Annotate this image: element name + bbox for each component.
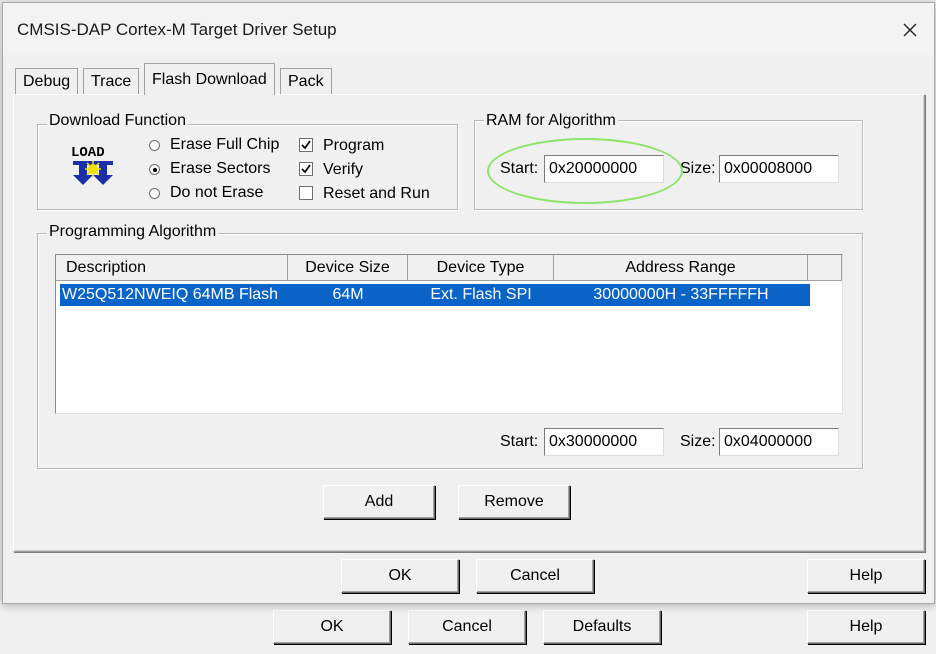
algo-start-input[interactable]: 0x30000000 bbox=[544, 428, 664, 456]
parent-ok-button[interactable]: OK bbox=[273, 610, 391, 644]
reset-and-run-checkbox[interactable] bbox=[299, 186, 313, 200]
target-driver-setup-dialog: CMSIS-DAP Cortex-M Target Driver Setup D… bbox=[2, 2, 935, 604]
erase-full-chip-label[interactable]: Erase Full Chip bbox=[170, 136, 279, 154]
column-header-address-range[interactable]: Address Range bbox=[554, 255, 808, 281]
remove-button[interactable]: Remove bbox=[458, 485, 570, 519]
tab-pack[interactable]: Pack bbox=[280, 68, 332, 94]
tab-flash-download[interactable]: Flash Download bbox=[144, 63, 275, 95]
tab-debug[interactable]: Debug bbox=[15, 68, 79, 94]
ok-button[interactable]: OK bbox=[341, 559, 459, 593]
verify-label[interactable]: Verify bbox=[323, 161, 363, 179]
parent-dialog-button-bar: OK Cancel Defaults Help bbox=[0, 600, 936, 654]
column-header-device-size[interactable]: Device Size bbox=[288, 255, 408, 281]
verify-checkbox[interactable] bbox=[299, 162, 313, 176]
ram-start-input[interactable]: 0x20000000 bbox=[544, 155, 664, 183]
close-button[interactable] bbox=[893, 15, 927, 45]
ram-start-label: Start: bbox=[500, 160, 539, 177]
ram-size-input[interactable]: 0x00008000 bbox=[719, 155, 839, 183]
reset-and-run-label[interactable]: Reset and Run bbox=[323, 185, 430, 203]
do-not-erase-radio[interactable] bbox=[149, 188, 160, 199]
download-function-label: Download Function bbox=[47, 112, 188, 130]
erase-sectors-radio[interactable] bbox=[149, 164, 160, 175]
algorithm-list[interactable]: Description Device Size Device Type Addr… bbox=[55, 254, 843, 414]
program-checkbox[interactable] bbox=[299, 138, 313, 152]
row-device-type: Ext. Flash SPI bbox=[430, 286, 532, 303]
checkmark-icon bbox=[301, 140, 311, 150]
erase-sectors-label[interactable]: Erase Sectors bbox=[170, 160, 270, 178]
row-device-size: 64M bbox=[332, 286, 364, 303]
row-description: W25Q512NWEIQ 64MB Flash bbox=[62, 286, 279, 303]
row-address-range: 30000000H - 33FFFFFH bbox=[593, 286, 769, 303]
svg-text:LOAD: LOAD bbox=[71, 145, 105, 161]
tab-trace[interactable]: Trace bbox=[83, 68, 140, 94]
column-header-spacer bbox=[808, 255, 842, 281]
parent-defaults-button[interactable]: Defaults bbox=[543, 610, 661, 644]
algo-size-input[interactable]: 0x04000000 bbox=[719, 428, 839, 456]
ram-size-label: Size: bbox=[680, 160, 716, 177]
close-icon bbox=[903, 23, 917, 37]
checkmark-icon bbox=[301, 164, 311, 174]
help-button[interactable]: Help bbox=[807, 559, 925, 593]
table-row[interactable]: W25Q512NWEIQ 64MB Flash 64M Ext. Flash S… bbox=[60, 284, 810, 306]
programming-algorithm-label: Programming Algorithm bbox=[47, 223, 219, 241]
window-title: CMSIS-DAP Cortex-M Target Driver Setup bbox=[17, 20, 337, 39]
column-header-device-type[interactable]: Device Type bbox=[408, 255, 554, 281]
parent-help-button[interactable]: Help bbox=[807, 610, 925, 644]
algo-size-label: Size: bbox=[680, 433, 716, 450]
program-label[interactable]: Program bbox=[323, 137, 384, 155]
algo-start-label: Start: bbox=[500, 433, 539, 450]
parent-cancel-button[interactable]: Cancel bbox=[408, 610, 526, 644]
ram-for-algorithm-label: RAM for Algorithm bbox=[484, 112, 618, 130]
cancel-button[interactable]: Cancel bbox=[476, 559, 594, 593]
title-bar: CMSIS-DAP Cortex-M Target Driver Setup bbox=[3, 3, 934, 55]
erase-full-chip-radio[interactable] bbox=[149, 140, 160, 151]
column-header-description[interactable]: Description bbox=[56, 255, 288, 281]
load-icon: LOAD bbox=[69, 141, 117, 189]
add-button[interactable]: Add bbox=[323, 485, 435, 519]
do-not-erase-label[interactable]: Do not Erase bbox=[170, 184, 263, 202]
